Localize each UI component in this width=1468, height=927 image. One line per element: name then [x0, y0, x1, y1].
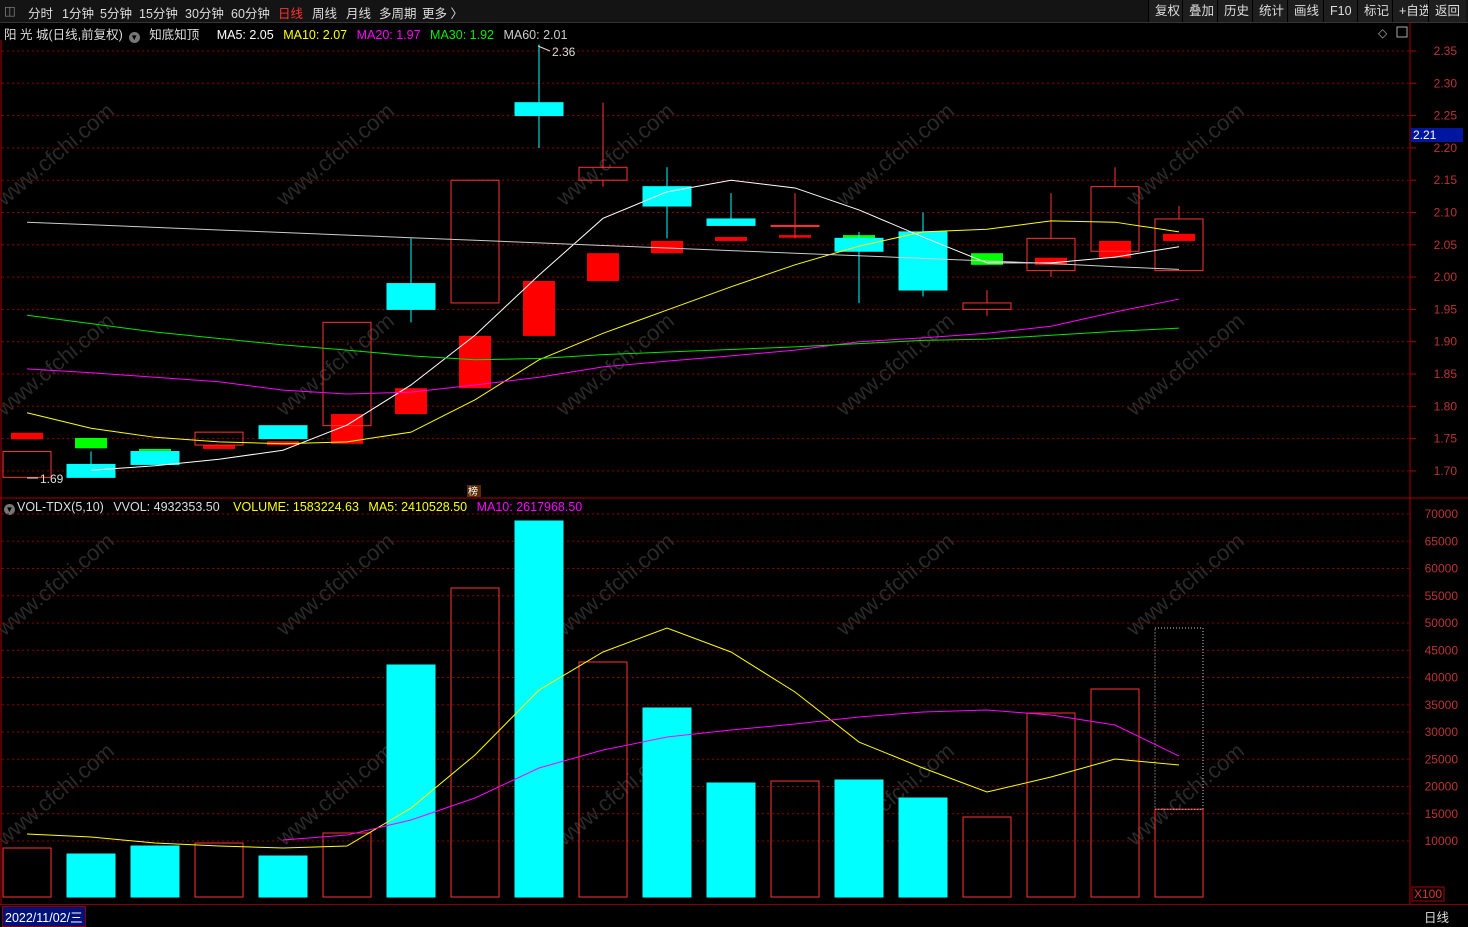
watermark: www.cfchi.com — [271, 98, 399, 211]
volume-bar — [898, 797, 948, 898]
volume-bar — [322, 832, 372, 898]
high-pointer — [537, 45, 551, 52]
candle-body — [770, 224, 820, 227]
volume-bar — [770, 780, 820, 898]
current-price-label: 2.21 — [1413, 128, 1437, 142]
overlay-candle — [11, 432, 43, 440]
low-price-label: 1.69 — [40, 472, 64, 486]
volume-bar — [642, 707, 692, 898]
volume-bar — [962, 816, 1012, 898]
price-tick-label: 2.20 — [1434, 141, 1458, 155]
overlay-candle — [139, 448, 171, 451]
volume-bar — [1090, 688, 1140, 898]
volume-tick-label: 55000 — [1425, 589, 1459, 603]
volume-bar — [130, 845, 180, 898]
candle-body — [450, 179, 500, 304]
volume-bar — [194, 842, 244, 898]
candle-body — [66, 463, 116, 478]
kline-chart[interactable]: www.cfchi.com www.cfchi.com www.cfchi.com w… — [0, 0, 1468, 904]
volume-tick-label: 60000 — [1425, 562, 1459, 576]
watermark: www.cfchi.com — [1121, 528, 1249, 641]
price-tick-label: 1.80 — [1434, 399, 1458, 413]
volume-bar — [386, 664, 436, 898]
volume-tick-label: 10000 — [1425, 834, 1459, 848]
watermark: www.cfchi.com — [551, 308, 679, 421]
watermark: www.cfchi.com — [831, 528, 959, 641]
candle-body — [706, 218, 756, 226]
candle-body — [834, 237, 884, 252]
overlay-candle — [651, 240, 683, 254]
overlay-candle — [587, 253, 619, 281]
price-tick-label: 2.25 — [1434, 109, 1458, 123]
watermark: www.cfchi.com — [0, 98, 119, 211]
volume-bar — [514, 520, 564, 898]
candle-body — [1026, 237, 1076, 272]
price-tick-label: 2.35 — [1434, 44, 1458, 58]
candle-body — [898, 231, 948, 291]
price-tick-label: 1.90 — [1434, 335, 1458, 349]
candle-body — [962, 302, 1012, 310]
watermark: www.cfchi.com — [271, 738, 399, 851]
volume-bar — [2, 847, 52, 898]
overlay-candle — [75, 437, 107, 449]
candle-body — [258, 425, 308, 440]
watermark: www.cfchi.com — [0, 738, 119, 851]
watermark: www.cfchi.com — [0, 528, 119, 641]
candle-body — [514, 102, 564, 117]
watermark: www.cfchi.com — [551, 528, 679, 641]
price-tick-label: 1.95 — [1434, 302, 1458, 316]
watermark: www.cfchi.com — [1121, 738, 1249, 851]
price-tick-label: 1.70 — [1434, 464, 1458, 478]
watermark: www.cfchi.com — [1121, 308, 1249, 421]
price-tick-label: 2.05 — [1434, 238, 1458, 252]
price-tick-label: 1.85 — [1434, 367, 1458, 381]
price-tick-label: 2.30 — [1434, 76, 1458, 90]
panel-toggle-icon[interactable] — [1396, 26, 1408, 38]
ma-line-ma5 — [90, 179, 1180, 471]
price-tick-label: 2.00 — [1434, 270, 1458, 284]
high-price-label: 2.36 — [552, 45, 576, 59]
candle-body — [386, 283, 436, 310]
volume-tick-label: 45000 — [1425, 643, 1459, 657]
volume-bar — [66, 853, 116, 898]
volume-bar — [706, 782, 756, 898]
watermark: www.cfchi.com — [831, 308, 959, 421]
overlay-candle — [523, 280, 555, 336]
price-tick-label: 2.10 — [1434, 206, 1458, 220]
watermark: www.cfchi.com — [831, 98, 959, 211]
period-label: 日线 — [1424, 911, 1450, 925]
volume-tick-label: 35000 — [1425, 698, 1459, 712]
candle-body — [642, 186, 692, 207]
volume-bar — [1026, 712, 1076, 898]
volume-bar — [450, 587, 500, 898]
diamond-icon: ◇ — [1378, 26, 1388, 40]
overlay-candle — [203, 445, 235, 449]
volume-tick-label: 15000 — [1425, 807, 1459, 821]
candle-body — [130, 451, 180, 465]
volume-tick-label: 50000 — [1425, 616, 1459, 630]
volume-tick-label: 65000 — [1425, 534, 1459, 548]
price-tick-label: 1.75 — [1434, 432, 1458, 446]
volume-bar — [258, 855, 308, 898]
volume-bar — [834, 779, 884, 898]
overlay-candle — [1163, 233, 1195, 241]
watermark: www.cfchi.com — [1121, 98, 1249, 211]
volume-unit-label: X100 — [1414, 887, 1442, 901]
status-bar: 2022/11/02/三 日线 — [0, 904, 1468, 927]
volume-tick-label: 30000 — [1425, 725, 1459, 739]
volume-tick-label: 20000 — [1425, 780, 1459, 794]
badge-label: 榜 — [468, 485, 478, 498]
price-tick-label: 2.15 — [1434, 173, 1458, 187]
volume-tick-label: 40000 — [1425, 671, 1459, 685]
volume-tick-label: 25000 — [1425, 752, 1459, 766]
overlay-candle — [715, 237, 747, 241]
volume-tick-label: 70000 — [1425, 507, 1459, 521]
watermark: www.cfchi.com — [271, 528, 399, 641]
ma-line-ma30 — [26, 314, 1180, 361]
